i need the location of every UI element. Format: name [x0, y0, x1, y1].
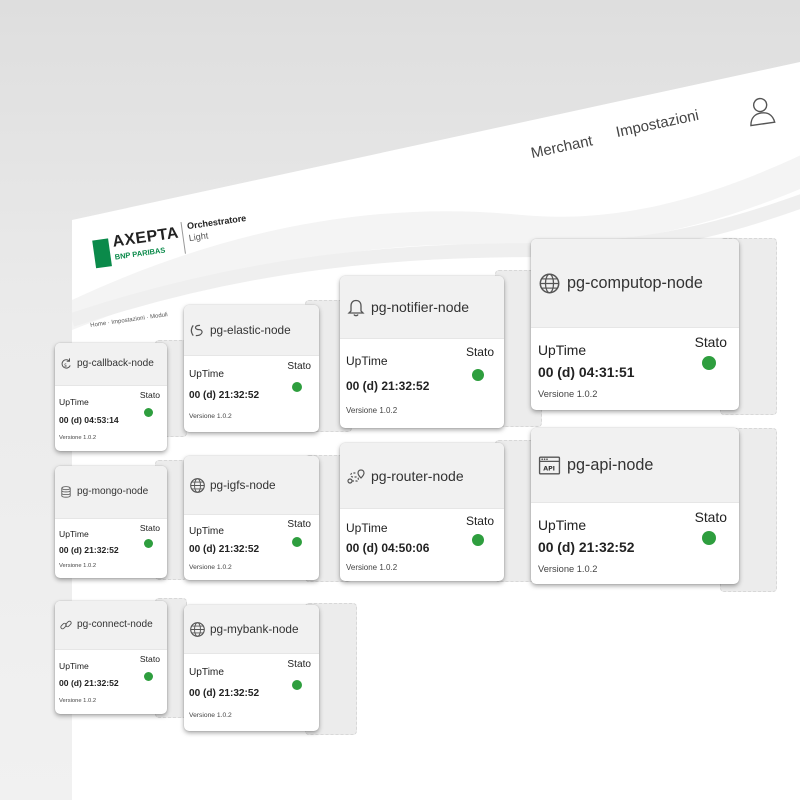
status-dot — [292, 382, 302, 392]
uptime-label: UpTime — [59, 397, 89, 407]
globe-icon — [189, 477, 206, 494]
version-label: Versione 1.0.2 — [59, 435, 97, 441]
card-header: pg-router-node — [340, 443, 504, 509]
status-dot — [472, 369, 484, 381]
screen: Merchant Impostazioni AXEPTA BNP PARIBAS… — [0, 0, 800, 800]
version-label: Versione 1.0.2 — [538, 564, 598, 574]
card-header: $ pg-callback-node — [55, 343, 167, 386]
stato-label: Stato — [139, 654, 160, 664]
card-header: pg-notifier-node — [340, 276, 504, 339]
module-card[interactable]: pg-computop-node UpTime Stato 00 (d) 04:… — [531, 239, 739, 410]
module-card[interactable]: pg-notifier-node UpTime Stato 00 (d) 21:… — [340, 276, 504, 428]
logo-divider — [180, 221, 186, 254]
card-header: pg-elastic-node — [184, 305, 319, 356]
card-header: pg-computop-node — [531, 239, 739, 328]
elastic-icon — [189, 322, 206, 339]
card-title: pg-notifier-node — [371, 299, 470, 315]
status-dot — [292, 680, 302, 690]
uptime-value: 00 (d) 21:32:52 — [189, 544, 260, 555]
uptime-label: UpTime — [346, 521, 388, 535]
card-title: pg-connect-node — [77, 619, 153, 630]
svg-text:$: $ — [64, 363, 67, 369]
card-title: pg-callback-node — [77, 358, 154, 369]
stato-label: Stato — [287, 519, 311, 530]
bell-icon — [346, 297, 366, 317]
version-label: Versione 1.0.2 — [59, 563, 97, 569]
product-name: Orchestratore — [186, 212, 247, 232]
globe-icon — [189, 621, 206, 638]
version-label: Versione 1.0.2 — [59, 698, 97, 704]
uptime-label: UpTime — [538, 342, 587, 358]
uptime-label: UpTime — [189, 667, 224, 678]
uptime-value: 00 (d) 21:32:52 — [346, 379, 430, 393]
module-card[interactable]: API pg-api-node UpTime Stato 00 (d) 21:3… — [531, 428, 739, 584]
uptime-label: UpTime — [538, 517, 587, 533]
module-card[interactable]: pg-router-node UpTime Stato 00 (d) 04:50… — [340, 443, 504, 581]
card-header: pg-mongo-node — [55, 466, 167, 519]
version-label: Versione 1.0.2 — [189, 413, 232, 420]
globe-icon — [538, 272, 561, 295]
link-icon — [59, 618, 73, 632]
module-card[interactable]: pg-elastic-node UpTime Stato 00 (d) 21:3… — [184, 305, 319, 432]
uptime-value: 00 (d) 04:53:14 — [59, 415, 119, 425]
uptime-value: 00 (d) 04:31:51 — [538, 364, 635, 380]
version-label: Versione 1.0.2 — [538, 389, 598, 399]
status-dot — [702, 356, 716, 370]
stato-label: Stato — [694, 334, 727, 350]
status-dot — [292, 537, 302, 547]
logo-mark — [92, 238, 112, 269]
card-title: pg-computop-node — [567, 274, 703, 292]
card-title: pg-elastic-node — [210, 323, 291, 337]
status-dot — [144, 539, 153, 548]
status-dot — [144, 672, 153, 681]
uptime-label: UpTime — [189, 526, 224, 537]
status-dot — [144, 408, 153, 417]
api-icon: API — [538, 454, 561, 477]
module-card[interactable]: pg-connect-node UpTime Stato 00 (d) 21:3… — [55, 601, 167, 714]
stato-label: Stato — [139, 390, 160, 400]
uptime-label: UpTime — [189, 369, 224, 380]
stato-label: Stato — [694, 509, 727, 525]
uptime-label: UpTime — [59, 529, 89, 539]
card-header: API pg-api-node — [531, 428, 739, 503]
uptime-label: UpTime — [59, 661, 89, 671]
uptime-value: 00 (d) 21:32:52 — [189, 688, 260, 699]
module-card[interactable]: pg-mybank-node UpTime Stato 00 (d) 21:32… — [184, 605, 319, 731]
card-title: pg-igfs-node — [210, 478, 276, 492]
uptime-value: 00 (d) 04:50:06 — [346, 541, 430, 555]
uptime-label: UpTime — [346, 354, 388, 368]
card-header: pg-igfs-node — [184, 456, 319, 515]
uptime-value: 00 (d) 21:32:52 — [538, 539, 635, 555]
user-icon[interactable] — [745, 94, 777, 128]
version-label: Versione 1.0.2 — [189, 712, 232, 719]
card-title: pg-mongo-node — [77, 486, 149, 497]
status-dot — [702, 531, 716, 545]
version-label: Versione 1.0.2 — [346, 406, 398, 415]
version-label: Versione 1.0.2 — [346, 563, 398, 572]
refresh-icon: $ — [59, 357, 73, 371]
card-header: pg-connect-node — [55, 601, 167, 650]
module-card[interactable]: $ pg-callback-node UpTime Stato 00 (d) 0… — [55, 343, 167, 451]
module-card[interactable]: pg-mongo-node UpTime Stato 00 (d) 21:32:… — [55, 466, 167, 578]
card-title: pg-api-node — [567, 456, 654, 474]
stato-label: Stato — [139, 523, 160, 533]
module-card[interactable]: pg-igfs-node UpTime Stato 00 (d) 21:32:5… — [184, 456, 319, 580]
card-title: pg-mybank-node — [210, 622, 299, 636]
stato-label: Stato — [287, 659, 311, 670]
product-edition: Light — [188, 230, 209, 244]
card-header: pg-mybank-node — [184, 605, 319, 654]
api-icon-text: API — [543, 466, 555, 473]
uptime-value: 00 (d) 21:32:52 — [59, 678, 119, 688]
stato-label: Stato — [465, 345, 494, 359]
uptime-value: 00 (d) 21:32:52 — [59, 545, 119, 555]
database-icon — [59, 485, 73, 499]
route-icon — [346, 466, 366, 486]
stato-label: Stato — [287, 361, 311, 372]
uptime-value: 00 (d) 21:32:52 — [189, 390, 260, 401]
version-label: Versione 1.0.2 — [189, 564, 232, 571]
card-title: pg-router-node — [371, 468, 464, 484]
stato-label: Stato — [465, 514, 494, 528]
status-dot — [472, 534, 484, 546]
